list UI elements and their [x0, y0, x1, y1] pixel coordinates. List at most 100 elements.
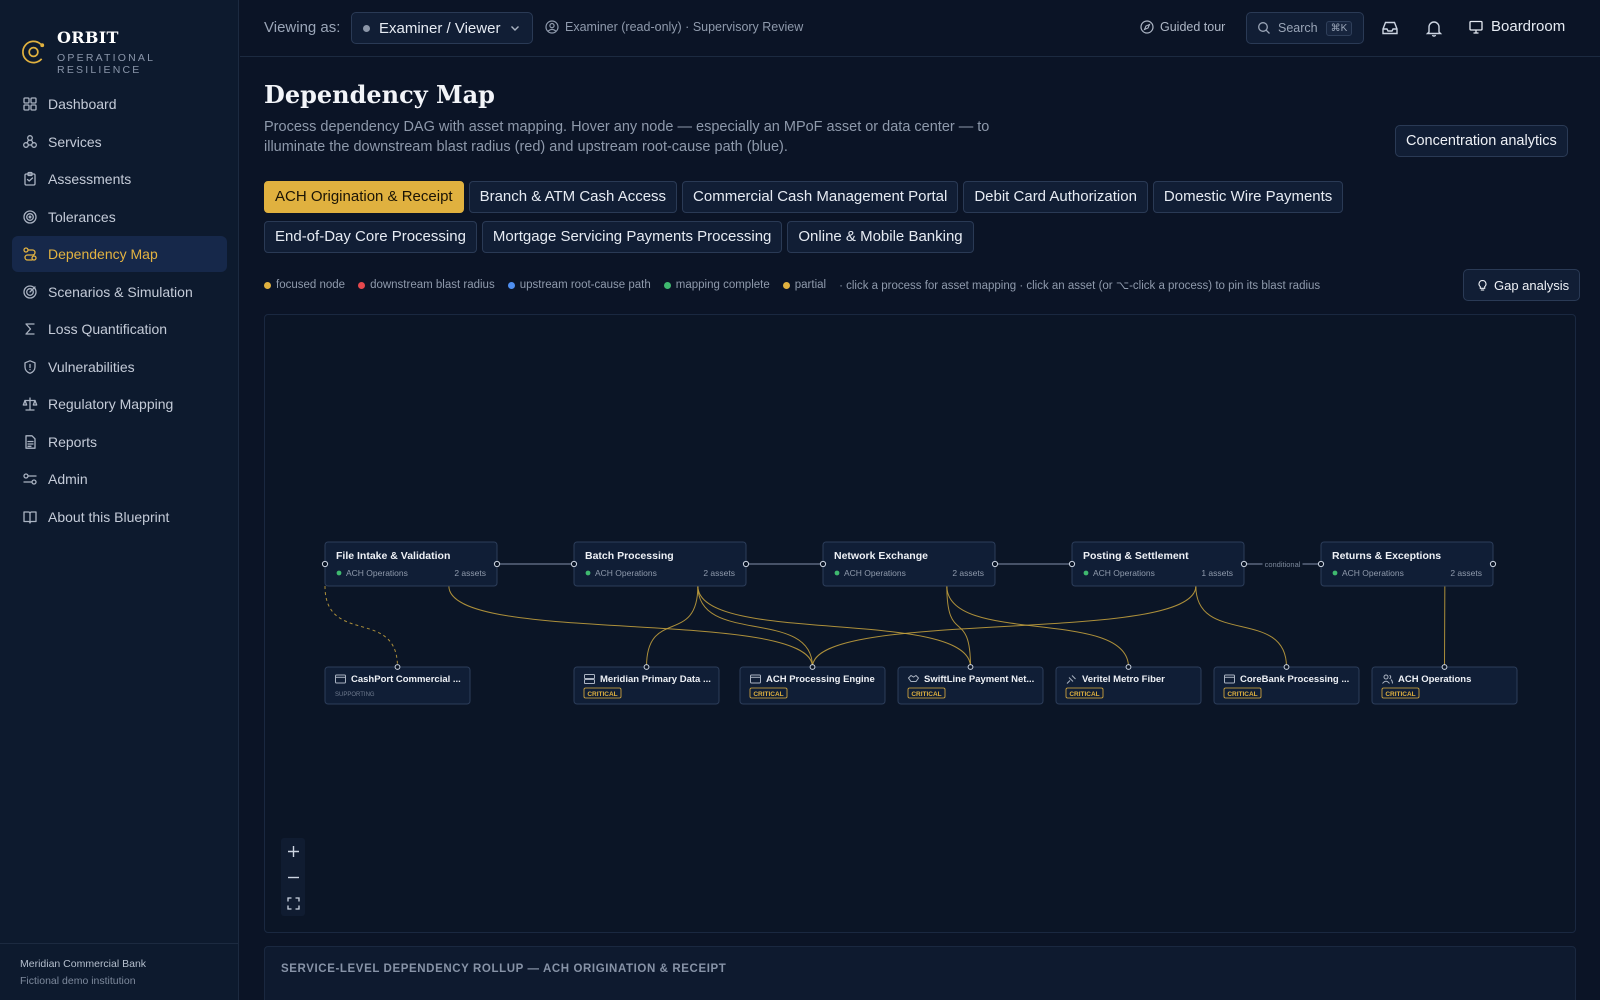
asset-node[interactable]: ACH Processing Engine CRITICAL — [739, 664, 886, 705]
services-icon — [22, 134, 38, 150]
process-handle-out[interactable] — [1240, 560, 1248, 568]
legend-swatch — [358, 281, 366, 289]
sidebar-item-scenarios-simulation[interactable]: Scenarios & Simulation — [12, 274, 227, 310]
process-node[interactable]: Batch Processing ACH Operations 2 assets — [570, 541, 750, 587]
asset-edge — [946, 585, 1129, 668]
compass-icon — [1140, 20, 1154, 34]
sidebar-item-admin[interactable]: Admin — [12, 461, 227, 497]
service-chip[interactable]: End-of-Day Core Processing — [264, 221, 477, 253]
sidebar-item-services[interactable]: Services — [12, 124, 227, 160]
bell-icon[interactable] — [1424, 18, 1444, 38]
process-handle-in[interactable] — [1317, 560, 1325, 568]
process-node-box — [822, 541, 996, 587]
process-handle-out[interactable] — [742, 560, 750, 568]
process-handle-out[interactable] — [1489, 560, 1497, 568]
page-title: Dependency Map — [264, 80, 495, 109]
role-select[interactable]: Examiner / Viewer — [351, 12, 533, 44]
criticality-label: SUPPORTING — [335, 692, 375, 698]
process-handle-in[interactable] — [1068, 560, 1076, 568]
sidebar-item-label: Dashboard — [48, 96, 117, 112]
zoom-in-button[interactable] — [281, 838, 305, 864]
concentration-analytics-button[interactable]: Concentration analytics — [1395, 125, 1568, 157]
search-label: Search — [1278, 21, 1318, 35]
service-chip[interactable]: ACH Origination & Receipt — [264, 181, 464, 213]
rollup-title: SERVICE-LEVEL DEPENDENCY ROLLUP — ACH OR… — [281, 963, 727, 975]
process-asset-count: 2 assets — [703, 568, 735, 578]
sidebar-item-dependency-map[interactable]: Dependency Map — [12, 236, 227, 272]
sigma-icon — [22, 321, 38, 337]
sidebar-item-about-this-blueprint[interactable]: About this Blueprint — [12, 499, 227, 535]
service-chip[interactable]: Branch & ATM Cash Access — [468, 181, 678, 213]
sidebar-item-label: Vulnerabilities — [48, 358, 135, 375]
topbar: Viewing as: Examiner / Viewer Examiner (… — [240, 0, 1600, 57]
edge-label: conditional — [1265, 560, 1301, 569]
sidebar-item-vulnerabilities[interactable]: Vulnerabilities — [12, 349, 227, 385]
asset-edge — [697, 585, 813, 668]
asset-node[interactable]: CoreBank Processing ... CRITICAL — [1213, 664, 1360, 705]
asset-handle[interactable] — [967, 664, 974, 670]
process-handle-in[interactable] — [321, 560, 329, 568]
zoom-out-button[interactable] — [281, 864, 305, 890]
asset-node[interactable]: Meridian Primary Data ... CRITICAL — [573, 664, 720, 705]
brand[interactable]: ORBIT OPERATIONAL RESILIENCE — [20, 28, 238, 76]
page-description: Process dependency DAG with asset mappin… — [264, 119, 990, 155]
process-handle-out[interactable] — [991, 560, 999, 568]
service-chip[interactable]: Online & Mobile Banking — [787, 221, 974, 253]
process-node[interactable]: File Intake & Validation ACH Operations 2 … — [321, 541, 501, 587]
legend-item: downstream blast radius — [358, 279, 495, 291]
process-node[interactable]: Network Exchange ACH Operations 2 assets — [819, 541, 999, 587]
criticality-label: CRITICAL — [753, 691, 783, 698]
concentration-analytics-label: Concentration analytics — [1406, 133, 1557, 149]
asset-node[interactable]: SwiftLine Payment Net... CRITICAL — [897, 664, 1044, 705]
sidebar-item-label: Loss Quantification — [48, 321, 168, 337]
sidebar-item-dashboard[interactable]: Dashboard — [12, 86, 227, 122]
asset-node-box — [1213, 666, 1360, 705]
process-handle-in[interactable] — [570, 560, 578, 568]
sidebar-item-reports[interactable]: Reports — [12, 424, 227, 460]
process-node[interactable]: Returns & Exceptions ACH Operations 2 asse… — [1317, 541, 1497, 587]
asset-name: Veritel Metro Fiber — [1082, 674, 1165, 685]
asset-node[interactable]: Veritel Metro Fiber CRITICAL — [1055, 664, 1202, 705]
process-handle-out[interactable] — [493, 560, 501, 568]
asset-node[interactable]: ACH Operations CRITICAL — [1371, 664, 1518, 705]
process-node[interactable]: Posting & Settlement ACH Operations 1 asse… — [1068, 541, 1248, 587]
dependency-graph-canvas[interactable]: conditional File Intake & Validation ACH O… — [264, 314, 1576, 933]
process-owner: ACH Operations — [844, 568, 906, 578]
asset-handle[interactable] — [1125, 664, 1132, 670]
asset-handle[interactable] — [643, 664, 650, 670]
legend-swatch — [782, 281, 790, 289]
sidebar-item-tolerances[interactable]: Tolerances — [12, 199, 227, 235]
service-chip[interactable]: Domestic Wire Payments — [1152, 181, 1344, 213]
sidebar-item-label: Dependency Map — [48, 246, 158, 262]
boardroom-button[interactable]: Boardroom — [1468, 18, 1565, 35]
process-handle-in[interactable] — [819, 560, 827, 568]
gap-analysis-button[interactable]: Gap analysis — [1463, 269, 1581, 301]
fit-view-button[interactable] — [281, 890, 305, 916]
service-chip[interactable]: Mortgage Servicing Payments Processing — [481, 221, 783, 253]
asset-node-box — [1371, 666, 1518, 705]
asset-handle[interactable] — [394, 664, 401, 670]
service-chip[interactable]: Commercial Cash Management Portal — [682, 181, 959, 213]
dashboard-icon — [22, 96, 38, 112]
process-asset-count: 2 assets — [1450, 568, 1482, 578]
asset-handle[interactable] — [1283, 664, 1290, 670]
asset-node[interactable]: CashPort Commercial ... SUPPORTING — [324, 664, 471, 705]
asset-edge — [324, 585, 398, 668]
asset-handle[interactable] — [809, 664, 816, 670]
sidebar-item-regulatory-mapping[interactable]: Regulatory Mapping — [12, 386, 227, 422]
lightbulb-icon — [1478, 279, 1487, 291]
criticality-label: CRITICAL — [1385, 691, 1415, 698]
process-owner: ACH Operations — [1342, 568, 1404, 578]
criticality-label: CRITICAL — [911, 691, 941, 698]
minus-icon — [287, 876, 299, 878]
search-button[interactable]: Search ⌘K — [1246, 12, 1364, 44]
sidebar-item-loss-quantification[interactable]: Loss Quantification — [12, 311, 227, 347]
sidebar-item-assessments[interactable]: Assessments — [12, 161, 227, 197]
examiner-note: Examiner (read-only) · Supervisory Revie… — [545, 20, 803, 34]
mapping-status-dot — [585, 570, 591, 576]
legend-label: downstream blast radius — [370, 279, 495, 291]
inbox-icon[interactable] — [1380, 18, 1400, 38]
asset-handle[interactable] — [1441, 664, 1448, 670]
guided-tour-button[interactable]: Guided tour — [1140, 20, 1225, 34]
service-chip[interactable]: Debit Card Authorization — [963, 181, 1148, 213]
